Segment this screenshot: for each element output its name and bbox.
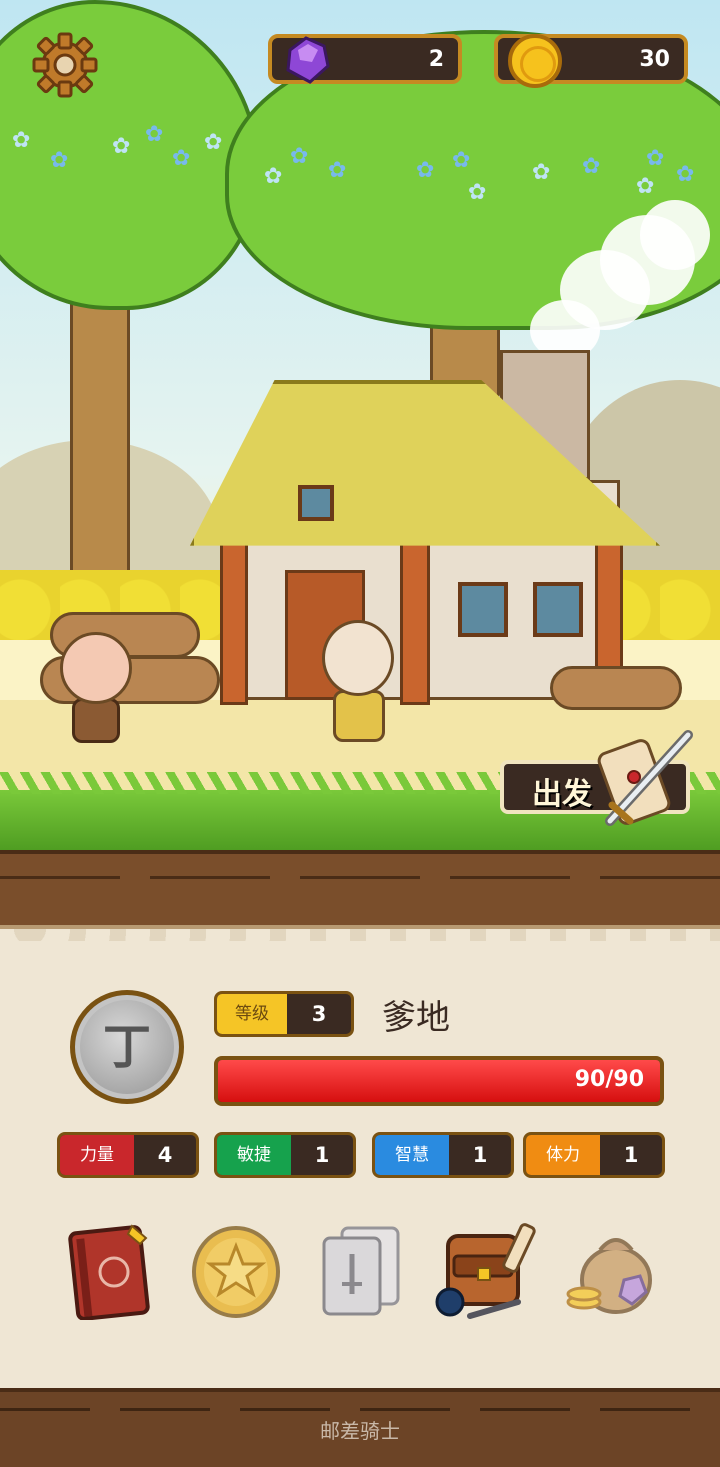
level-value: 3 <box>311 1002 327 1026</box>
stat-value: 1 <box>472 1143 488 1167</box>
coin-count: 30 <box>639 47 670 72</box>
coin-counter[interactable]: 30 <box>494 34 688 88</box>
flower-decoration: ✿ <box>12 128 31 153</box>
rank-medal[interactable]: 丁 <box>70 990 184 1104</box>
flower-decoration: ✿ <box>264 164 283 189</box>
star-coin-icon[interactable] <box>186 1220 286 1320</box>
flower-decoration: ✿ <box>172 146 191 171</box>
stat-wisdom: 智慧 1 <box>372 1132 514 1178</box>
stat-label: 体力 <box>526 1135 600 1175</box>
hero-head <box>60 632 132 704</box>
flower-decoration: ✿ <box>416 158 435 183</box>
gear-icon[interactable] <box>32 32 98 98</box>
gem-counter[interactable]: 2 <box>268 34 462 84</box>
fallen-log <box>550 666 682 710</box>
flower-decoration: ✿ <box>290 144 309 169</box>
hp-text: 90/90 <box>574 1067 644 1092</box>
character-name: 爹地 <box>382 998 450 1038</box>
level-label: 等级 <box>217 994 287 1034</box>
chimney-smoke <box>640 200 710 270</box>
cottage-window <box>298 485 334 521</box>
treasure-bag-icon[interactable] <box>562 1220 662 1320</box>
cottage-window <box>533 582 583 637</box>
gem-count: 2 <box>428 47 444 72</box>
hp-bar: 90/90 <box>214 1056 664 1106</box>
flower-decoration: ✿ <box>676 162 695 187</box>
stat-value: 1 <box>314 1143 330 1167</box>
gem-icon <box>278 32 334 88</box>
inventory-backpack-icon[interactable] <box>434 1220 536 1320</box>
level-tag: 等级 3 <box>214 991 354 1037</box>
stat-stamina: 体力 1 <box>523 1132 665 1178</box>
flower-decoration: ✿ <box>328 158 347 183</box>
flower-decoration: ✿ <box>112 134 131 159</box>
depart-label: 出发 <box>532 777 592 812</box>
wood-beam <box>400 530 430 705</box>
medal-letter: 丁 <box>102 1019 151 1075</box>
cottage <box>190 350 660 710</box>
app-title: 邮差骑士 <box>320 1419 400 1443</box>
stat-value: 1 <box>623 1143 639 1167</box>
stat-strength: 力量 4 <box>57 1132 199 1178</box>
stat-label: 敏捷 <box>217 1135 291 1175</box>
flower-decoration: ✿ <box>145 122 164 147</box>
flower-decoration: ✿ <box>50 148 69 173</box>
wood-beam <box>220 530 248 705</box>
grandpa-character <box>333 690 385 742</box>
flower-decoration: ✿ <box>532 160 551 185</box>
flower-decoration: ✿ <box>636 174 655 199</box>
journal-book-icon[interactable] <box>62 1220 162 1321</box>
cottage-window <box>458 582 508 637</box>
flower-decoration: ✿ <box>204 130 223 155</box>
flower-decoration: ✿ <box>452 148 471 173</box>
coin-icon <box>508 34 562 88</box>
tree-trunk <box>70 280 130 610</box>
stat-label: 力量 <box>60 1135 134 1175</box>
card-deck-icon[interactable] <box>312 1220 412 1320</box>
sword-scroll-icon[interactable] <box>590 725 700 835</box>
stat-label: 智慧 <box>375 1135 449 1175</box>
stat-value: 4 <box>157 1143 173 1167</box>
grandpa-head <box>322 620 394 696</box>
dirt-divider <box>0 850 720 930</box>
hero-character <box>72 698 120 743</box>
stat-agility: 敏捷 1 <box>214 1132 356 1178</box>
flower-decoration: ✿ <box>582 154 601 179</box>
flower-decoration: ✿ <box>646 146 665 171</box>
flower-decoration: ✿ <box>468 180 487 205</box>
